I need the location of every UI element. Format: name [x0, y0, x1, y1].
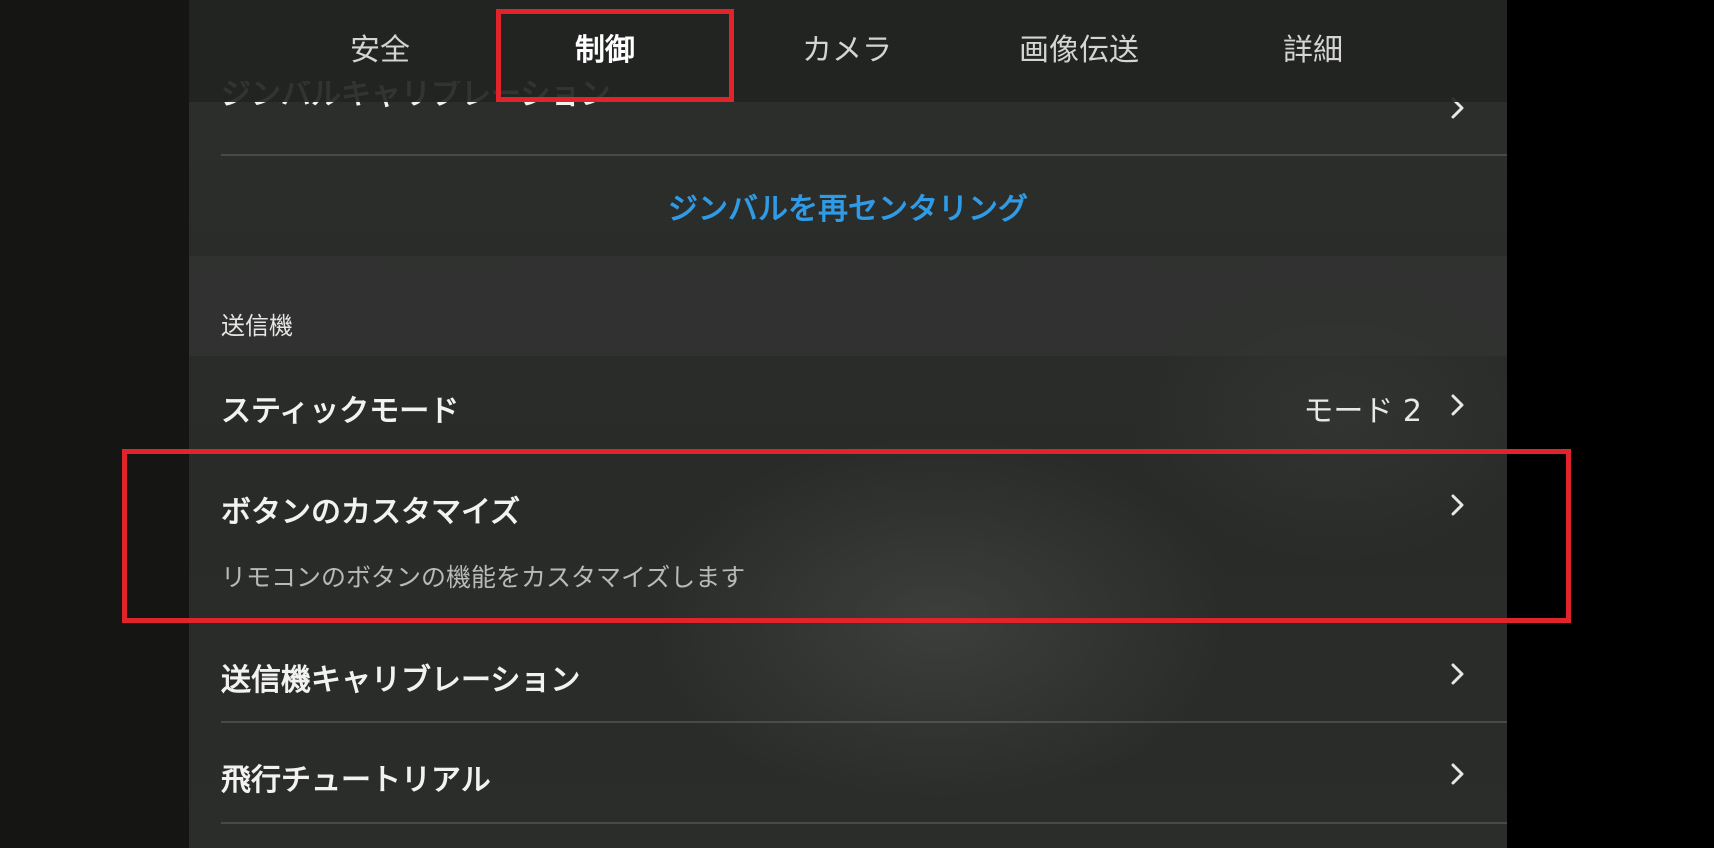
stick-mode-label: スティックモード	[221, 394, 460, 429]
button-customize-label: ボタンのカスタマイズ	[221, 495, 521, 530]
chevron-right-icon	[1445, 392, 1471, 418]
transmitter-calibration-label: 送信機キャリブレーション	[221, 663, 581, 698]
left-background-edge	[0, 0, 189, 848]
tab-bar: 安全 制御 カメラ 画像伝送 詳細	[189, 0, 1507, 102]
chevron-right-icon	[1445, 661, 1471, 687]
settings-panel: ジンバルキャリブレーション ジンバルを再センタリング 送信機 スティックモード …	[189, 0, 1507, 848]
tab-safety[interactable]: 安全	[280, 26, 480, 76]
chevron-right-icon	[1445, 761, 1471, 787]
recenter-gimbal-button[interactable]: ジンバルを再センタリング	[189, 156, 1507, 256]
tab-camera[interactable]: カメラ	[747, 26, 947, 76]
tab-control[interactable]: 制御	[505, 26, 705, 76]
tab-details[interactable]: 詳細	[1213, 26, 1413, 76]
section-label-transmitter: 送信機	[221, 312, 293, 340]
tab-image-transmission[interactable]: 画像伝送	[979, 26, 1179, 76]
flight-tutorial-label: 飛行チュートリアル	[221, 763, 491, 798]
divider	[221, 721, 1507, 723]
section-header-band	[189, 256, 1507, 356]
stick-mode-value: モード 2	[1303, 394, 1422, 429]
button-customize-description: リモコンのボタンの機能をカスタマイズします	[221, 563, 746, 592]
chevron-right-icon	[1445, 492, 1471, 518]
divider	[221, 822, 1507, 824]
